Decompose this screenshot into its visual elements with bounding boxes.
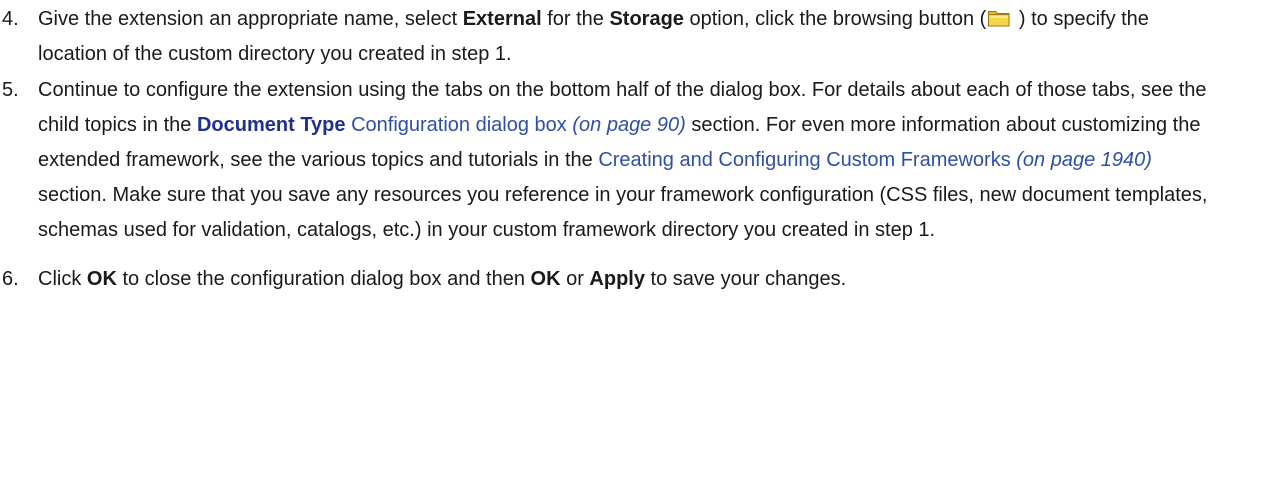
external-option-label: External [462, 8, 542, 30]
step-5: 5. Continue to configure the extension u… [2, 73, 1261, 248]
apply-label: Apply [589, 268, 645, 290]
storage-option-label: Storage [609, 8, 684, 30]
configuration-dialog-link[interactable]: Configuration dialog box [346, 114, 567, 136]
step-number: 6. [2, 268, 19, 290]
custom-frameworks-link[interactable]: Creating and Configuring Custom Framewor… [598, 149, 1010, 171]
document-page: 4. Give the extension an appropriate nam… [0, 0, 1261, 477]
step-6: 6. Click OK to close the configuration d… [2, 262, 1261, 297]
ok-label: OK [86, 268, 117, 290]
page-reference[interactable]: (on page 1940) [1011, 149, 1152, 171]
ok-label: OK [530, 268, 561, 290]
page-reference[interactable]: (on page 90) [567, 114, 685, 136]
step-4: 4. Give the extension an appropriate nam… [2, 2, 1261, 72]
step-list: 4. Give the extension an appropriate nam… [0, 2, 1261, 297]
step-text: Give the extension an appropriate name, … [38, 8, 1149, 65]
document-type-link[interactable]: Document Type [197, 114, 346, 136]
step-text: Continue to configure the extension usin… [38, 79, 1208, 241]
step-number: 5. [2, 79, 19, 101]
step-number: 4. [2, 8, 19, 30]
step-text: Click OK to close the configuration dial… [38, 268, 847, 290]
folder-icon [987, 5, 1011, 27]
